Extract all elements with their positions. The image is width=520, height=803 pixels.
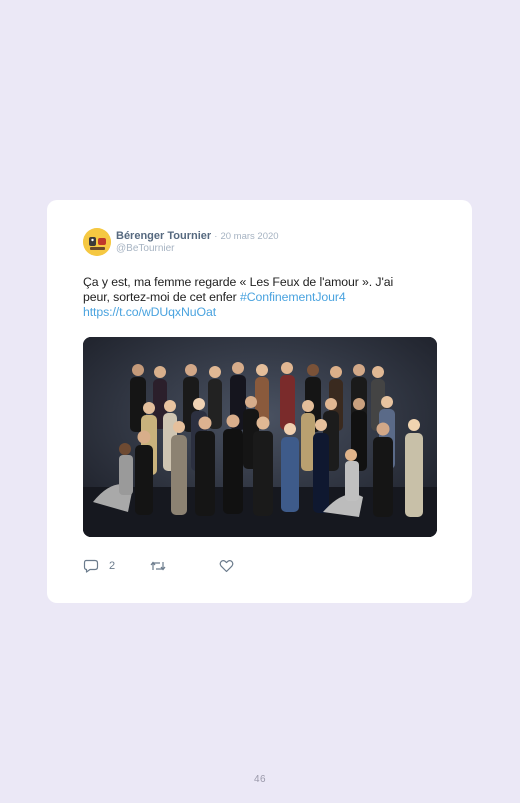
avatar[interactable]: [83, 228, 111, 256]
reply-icon[interactable]: [83, 559, 99, 573]
reply-count: 2: [109, 560, 116, 572]
page-number: 46: [253, 774, 267, 785]
reply-action[interactable]: 2: [83, 559, 115, 573]
retweet-icon[interactable]: [150, 559, 166, 573]
tweet-text-line-2-text: peur, sortez-moi de cet enfer: [83, 290, 237, 304]
author-handle[interactable]: @BeTournier: [116, 243, 175, 254]
tweet-date[interactable]: 20 mars 2020: [220, 231, 278, 242]
separator: ·: [214, 231, 218, 242]
like-action[interactable]: [219, 559, 234, 573]
tweet-text-line-2: peur, sortez-moi de cet enfer #Confineme…: [83, 290, 433, 305]
tweet-author: Bérenger Tournier · 20 mars 2020: [116, 230, 279, 243]
author-name[interactable]: Bérenger Tournier: [116, 230, 211, 242]
tweet-text-line-1: Ça y est, ma femme regarde « Les Feux de…: [83, 275, 394, 289]
tweet-url[interactable]: https://t.co/wDUqxNuOat: [83, 305, 433, 320]
like-icon[interactable]: [219, 559, 234, 573]
retweet-action[interactable]: [150, 559, 166, 573]
hashtag-link[interactable]: #ConfinementJour4: [240, 290, 346, 304]
tweet-text: Ça y est, ma femme regarde « Les Feux de…: [83, 275, 433, 320]
tweet-card: Bérenger Tournier · 20 mars 2020 @BeTour…: [47, 200, 472, 603]
tweet-photo[interactable]: [83, 337, 437, 537]
cast-photo-illustration: [83, 337, 437, 537]
